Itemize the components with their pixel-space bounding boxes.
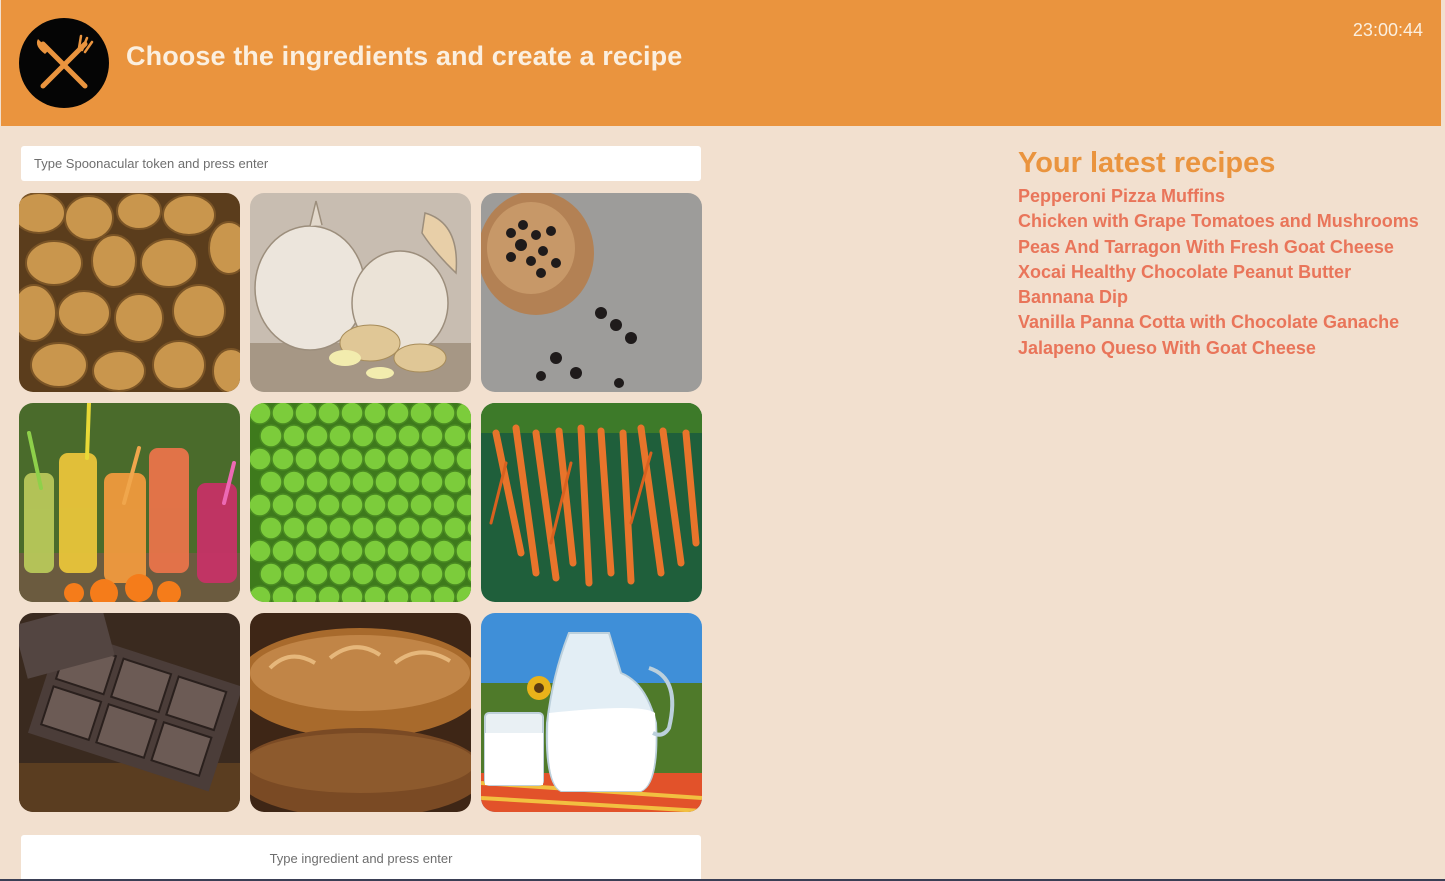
- juice-image: [19, 403, 240, 602]
- ingredient-tile-peas[interactable]: [250, 403, 471, 602]
- bread-image: [250, 613, 471, 812]
- potatoes-image: [19, 193, 240, 392]
- app-header: Choose the ingredients and create a reci…: [1, 0, 1441, 126]
- fork-knife-icon: [19, 18, 109, 108]
- page-title: Choose the ingredients and create a reci…: [126, 41, 683, 71]
- ingredient-tile-juice[interactable]: [19, 403, 240, 602]
- garlic-image: [250, 193, 471, 392]
- ingredient-tile-carrots[interactable]: [481, 403, 702, 602]
- latest-recipes-heading: Your latest recipes: [1018, 147, 1276, 179]
- recipe-link[interactable]: Chicken with Grape Tomatoes and Mushroom…: [1018, 209, 1428, 234]
- ingredient-tile-bread[interactable]: [250, 613, 471, 812]
- chocolate-image: [19, 613, 240, 812]
- milk-image: [481, 613, 702, 812]
- ingredient-input[interactable]: [21, 835, 701, 881]
- recipe-list: Pepperoni Pizza Muffins Chicken with Gra…: [1018, 184, 1428, 361]
- ingredient-tile-potatoes[interactable]: [19, 193, 240, 392]
- recipe-link[interactable]: Vanilla Panna Cotta with Chocolate Ganac…: [1018, 310, 1428, 335]
- recipe-link[interactable]: Pepperoni Pizza Muffins: [1018, 184, 1428, 209]
- latest-recipes-panel: Your latest recipes Pepperoni Pizza Muff…: [1018, 146, 1428, 361]
- recipe-link[interactable]: Xocai Healthy Chocolate Peanut Butter Ba…: [1018, 260, 1428, 311]
- ingredient-tile-chocolate[interactable]: [19, 613, 240, 812]
- ingredient-tile-pepper[interactable]: [481, 193, 702, 392]
- recipe-link[interactable]: Jalapeno Queso With Goat Cheese: [1018, 336, 1428, 361]
- peppercorn-image: [481, 193, 702, 392]
- peas-image: [250, 403, 471, 602]
- ingredient-tile-milk[interactable]: [481, 613, 702, 812]
- ingredient-tile-garlic[interactable]: [250, 193, 471, 392]
- carrots-image: [481, 403, 702, 602]
- clock: 23:00:44: [1352, 20, 1423, 40]
- token-input[interactable]: [21, 146, 701, 181]
- recipe-link[interactable]: Peas And Tarragon With Fresh Goat Cheese: [1018, 235, 1428, 260]
